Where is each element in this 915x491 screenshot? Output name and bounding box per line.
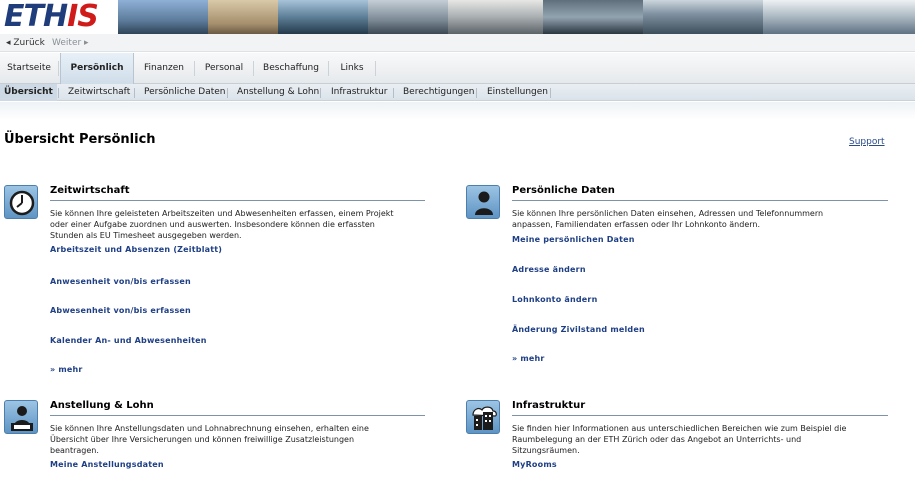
forward-link[interactable]: Weiter ▸ <box>52 34 89 52</box>
tab-personal[interactable]: Personal <box>195 53 253 83</box>
desc-line: Übersicht über Ihre Versicherungen und k… <box>50 435 355 444</box>
subtab-einstellungen[interactable]: Einstellungen <box>487 84 548 101</box>
header-fade <box>0 102 915 120</box>
logo-is: IS <box>67 0 99 34</box>
header-banner: ETHIS <box>0 0 915 34</box>
link-mehr-persoenliche-daten[interactable]: » mehr <box>512 354 545 363</box>
subtab-separator <box>227 88 228 98</box>
subtab-uebersicht[interactable]: Übersicht <box>0 84 57 101</box>
subtab-zeitwirtschaft[interactable]: Zeitwirtschaft <box>68 84 130 101</box>
logo-eth: ETH <box>4 0 68 34</box>
subtab-separator <box>476 88 477 98</box>
subtab-separator <box>320 88 321 98</box>
section-rule <box>512 200 888 201</box>
desc-line: beantragen. <box>50 446 99 455</box>
desc-line: oder einer Aufgabe zuordnen und auswerte… <box>50 220 375 229</box>
section-rule <box>50 415 425 416</box>
banner-photo <box>543 0 643 34</box>
banner-photo <box>368 0 448 34</box>
subtab-infrastruktur[interactable]: Infrastruktur <box>331 84 388 101</box>
subtab-separator <box>58 88 59 98</box>
subtab-persoenliche-daten[interactable]: Persönliche Daten <box>144 84 226 101</box>
subtab-berechtigungen[interactable]: Berechtigungen <box>403 84 475 101</box>
banner-photo <box>763 0 915 34</box>
link-abwesenheit-erfassen[interactable]: Abwesenheit von/bis erfassen <box>50 306 191 315</box>
tab-finanzen[interactable]: Finanzen <box>134 53 194 83</box>
desc-line: Sie finden hier Informationen aus unters… <box>512 424 847 433</box>
link-mehr-zeitwirtschaft[interactable]: » mehr <box>50 365 83 374</box>
section-desc-anstellung: Sie können Ihre Anstellungsdaten und Loh… <box>50 423 369 456</box>
clock-icon <box>4 185 38 219</box>
banner-photo <box>208 0 278 34</box>
subtab-anstellung[interactable]: Anstellung & Lohn <box>237 84 319 101</box>
section-desc-infrastruktur: Sie finden hier Informationen aus unters… <box>512 423 846 456</box>
tab-separator <box>375 61 376 76</box>
main-tabs: Startseite Persönlich Finanzen Personal … <box>0 53 915 84</box>
desc-line: Stunden als EU Timesheet ausgegeben werd… <box>50 231 242 240</box>
desc-line: anpassen, Familiendaten erfassen oder Ih… <box>512 220 761 229</box>
desc-line: Sie können Ihre Anstellungsdaten und Loh… <box>50 424 369 433</box>
link-adresse-aendern[interactable]: Adresse ändern <box>512 265 586 274</box>
page-title: Übersicht Persönlich <box>4 132 156 147</box>
tab-separator <box>58 61 59 76</box>
link-anwesenheit-erfassen[interactable]: Anwesenheit von/bis erfassen <box>50 277 191 286</box>
link-myrooms[interactable]: MyRooms <box>512 460 557 469</box>
history-bar: ◂ Zurück Weiter ▸ <box>0 34 915 52</box>
section-title-infrastruktur: Infrastruktur <box>512 400 586 411</box>
link-zivilstand-melden[interactable]: Änderung Zivilstand melden <box>512 325 645 334</box>
tab-beschaffung[interactable]: Beschaffung <box>254 53 328 83</box>
building-icon <box>466 400 500 434</box>
link-arbeitszeit-absenzen[interactable]: Arbeitszeit und Absenzen (Zeitblatt) <box>50 245 222 254</box>
link-meine-persoenlichen-daten[interactable]: Meine persönlichen Daten <box>512 235 635 244</box>
subtab-separator <box>134 88 135 98</box>
desc-line: Sie können Ihre geleisteten Arbeitszeite… <box>50 209 394 218</box>
section-title-zeitwirtschaft: Zeitwirtschaft <box>50 185 130 196</box>
banner-photo <box>278 0 368 34</box>
section-rule <box>50 200 425 201</box>
banner-photo <box>643 0 763 34</box>
person-icon <box>466 185 500 219</box>
link-lohnkonto-aendern[interactable]: Lohnkonto ändern <box>512 295 597 304</box>
section-title-persoenliche-daten: Persönliche Daten <box>512 185 615 196</box>
desc-line: Sitzungsräumen. <box>512 446 580 455</box>
employee-icon <box>4 400 38 434</box>
banner-photo <box>448 0 543 34</box>
sub-tabs: Übersicht Zeitwirtschaft Persönliche Dat… <box>0 84 915 101</box>
section-title-anstellung: Anstellung & Lohn <box>50 400 154 411</box>
link-kalender[interactable]: Kalender An- und Abwesenheiten <box>50 336 207 345</box>
section-rule <box>512 415 888 416</box>
link-meine-anstellungsdaten[interactable]: Meine Anstellungsdaten <box>50 460 164 469</box>
tab-startseite[interactable]: Startseite <box>0 53 58 83</box>
support-link[interactable]: Support <box>849 137 885 147</box>
desc-line: Raumbelegung an der ETH Zürich oder das … <box>512 435 802 444</box>
back-link[interactable]: ◂ Zurück <box>6 34 45 52</box>
tab-persoenlich[interactable]: Persönlich <box>60 53 134 84</box>
subtab-separator <box>393 88 394 98</box>
subtab-separator <box>550 88 551 98</box>
section-desc-persoenliche-daten: Sie können Ihre persönlichen Daten einse… <box>512 208 823 230</box>
app-logo[interactable]: ETHIS <box>4 0 99 34</box>
desc-line: Sie können Ihre persönlichen Daten einse… <box>512 209 824 218</box>
tab-links[interactable]: Links <box>329 53 375 83</box>
section-desc-zeitwirtschaft: Sie können Ihre geleisteten Arbeitszeite… <box>50 208 394 241</box>
banner-photo <box>118 0 208 34</box>
